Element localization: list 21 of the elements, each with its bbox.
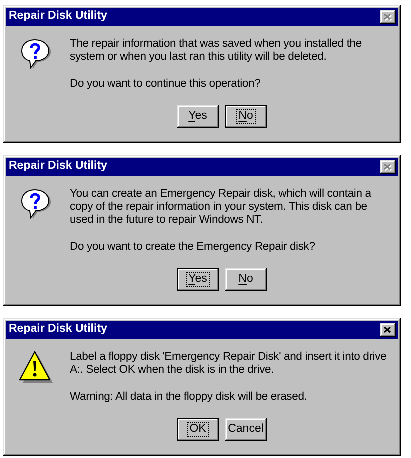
message-text: The repair information that was saved when you installed the system or when you last ran this utility will be deleted. (70, 38, 363, 64)
close-button[interactable] (380, 10, 396, 24)
close-button[interactable] (380, 160, 396, 174)
dialog-button[interactable]: OK (177, 418, 219, 441)
dialog-button[interactable]: Yes (177, 268, 219, 291)
message-text: Warning: All data in the floppy disk will be erased. (70, 391, 308, 404)
message-text: Do you want to continue this operation? (70, 78, 262, 91)
dialog-button[interactable]: Yes (177, 105, 219, 128)
message-text: Label a floppy disk 'Emergency Repair Disk' and insert it into drive A:. Select OK when the disk is in the drive. (70, 351, 388, 377)
question-icon (19, 187, 53, 221)
dialog-button[interactable]: No (225, 268, 267, 291)
message-text: Do you want to create the Emergency Repair disk? (70, 241, 316, 254)
window-title: Repair Disk Utility (9, 11, 108, 23)
window-title: Repair Disk Utility (9, 161, 108, 173)
dialog-button[interactable]: Cancel (225, 418, 267, 441)
close-button[interactable] (380, 323, 396, 337)
warning-icon (19, 350, 53, 384)
message-text: You can create an Emergency Repair disk, which will contain a copy of the repair information in your system. This disk can be used in the future to repair Windows NT. (70, 188, 372, 227)
question-icon (19, 37, 53, 71)
dialog-button[interactable]: No (225, 105, 267, 128)
window-title: Repair Disk Utility (9, 324, 108, 336)
